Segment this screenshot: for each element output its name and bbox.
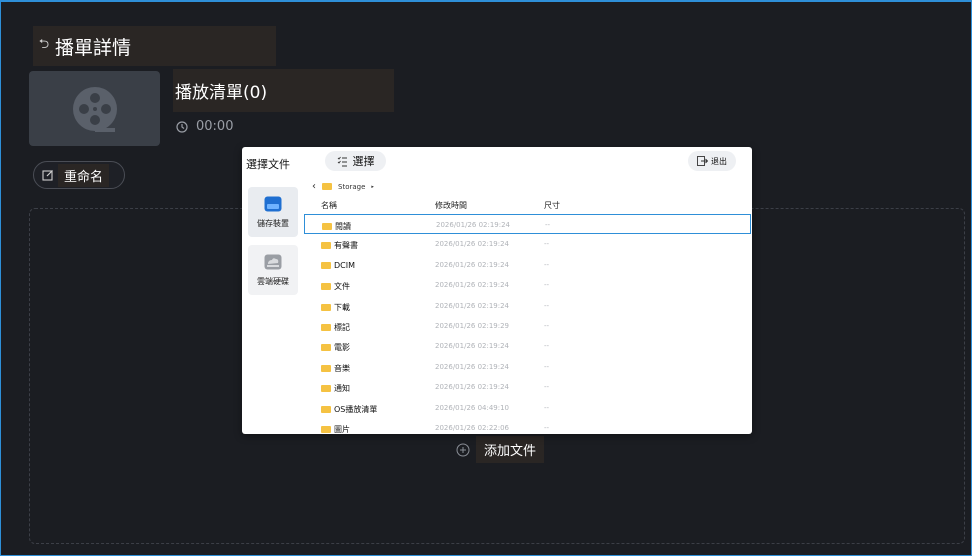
folder-icon — [322, 183, 332, 190]
table-row[interactable]: 下載 2026/01/26 02:19:24 -- — [304, 296, 751, 316]
table-row[interactable]: 電影 2026/01/26 02:19:24 -- — [304, 336, 751, 356]
file-name: 下載 — [334, 302, 350, 312]
file-size: -- — [544, 281, 550, 290]
add-file-label: 添加文件 — [476, 436, 545, 463]
file-time: 2026/01/26 02:19:24 — [435, 362, 510, 371]
duration-text: 00:00 — [196, 119, 234, 134]
sidebar-item-cloud[interactable]: 雲端硬碟 — [248, 245, 298, 295]
playlist-cover — [29, 71, 160, 146]
duration: 00:00 — [176, 119, 233, 134]
caret-right-icon: ▸ — [371, 183, 374, 190]
table-row[interactable]: 有聲書 2026/01/26 02:19:24 -- — [304, 234, 751, 254]
breadcrumb: ‹ Storage ▸ — [312, 181, 374, 192]
storage-sidebar: 儲存裝置 雲端硬碟 — [248, 187, 298, 303]
exit-icon — [697, 156, 708, 166]
table-row[interactable]: 閱讀 2026/01/26 02:19:24 -- — [304, 214, 751, 235]
folder-icon — [321, 364, 331, 372]
folder-icon — [321, 405, 331, 413]
sidebar-item-storage[interactable]: 儲存裝置 — [248, 187, 298, 237]
folder-icon — [321, 303, 331, 311]
folder-icon — [321, 283, 331, 291]
column-header-modified[interactable]: 修改時間 — [435, 200, 467, 211]
dialog-title: 選擇文件 — [246, 158, 290, 171]
file-time: 2026/01/26 02:19:24 — [435, 383, 510, 392]
file-time: 2026/01/26 02:19:24 — [435, 281, 510, 290]
table-row[interactable]: 圖片 2026/01/26 02:22:06 -- — [304, 418, 751, 434]
file-size: -- — [544, 403, 550, 412]
column-header-size[interactable]: 尺寸 — [544, 200, 560, 211]
add-file-button[interactable]: 添加文件 — [456, 436, 545, 463]
file-size: -- — [544, 342, 550, 351]
file-list: 閱讀 2026/01/26 02:19:24 -- 有聲書 2026/01/26… — [304, 214, 751, 434]
column-header-name[interactable]: 名稱 — [321, 200, 337, 211]
storage-icon — [264, 196, 282, 211]
file-name: 有聲書 — [334, 241, 358, 251]
file-name: 通知 — [334, 384, 350, 394]
sidebar-item-label: 雲端硬碟 — [257, 276, 289, 286]
cloud-drive-icon — [264, 254, 282, 269]
folder-icon — [321, 385, 331, 393]
file-time: 2026/01/26 02:19:29 — [435, 321, 510, 330]
folder-icon — [321, 242, 331, 250]
playlist-name: 播放清單(0) — [175, 83, 268, 103]
file-size: -- — [544, 301, 550, 310]
select-label: 選擇 — [352, 155, 375, 168]
file-time: 2026/01/26 04:49:10 — [435, 403, 510, 412]
file-time: 2026/01/26 02:19:24 — [436, 221, 511, 229]
table-row[interactable]: OS播放清單 2026/01/26 04:49:10 -- — [304, 398, 751, 418]
back-icon[interactable]: ⮌ — [33, 35, 55, 57]
table-row[interactable]: 音樂 2026/01/26 02:19:24 -- — [304, 357, 751, 377]
table-row[interactable]: DCIM 2026/01/26 02:19:24 -- — [304, 255, 751, 275]
add-circle-icon — [456, 443, 470, 456]
exit-button[interactable]: 退出 — [688, 151, 736, 171]
folder-icon — [321, 344, 331, 352]
file-time: 2026/01/26 02:19:24 — [435, 301, 510, 310]
file-name: 標記 — [334, 322, 350, 332]
table-row[interactable]: 標記 2026/01/26 02:19:29 -- — [304, 316, 751, 336]
checklist-icon — [337, 156, 347, 166]
file-size: -- — [544, 423, 550, 432]
exit-label: 退出 — [711, 156, 727, 166]
file-name: 電影 — [334, 343, 350, 353]
folder-icon — [321, 425, 331, 433]
file-name: 音樂 — [334, 363, 350, 373]
film-reel-icon — [72, 86, 117, 132]
back-icon[interactable]: ‹ — [312, 181, 316, 192]
file-time: 2026/01/26 02:19:24 — [435, 240, 510, 249]
playlist-name-box: 播放清單(0) — [173, 69, 394, 112]
file-time: 2026/01/26 02:19:24 — [435, 260, 510, 269]
sidebar-item-label: 儲存裝置 — [257, 218, 289, 228]
edit-icon — [42, 170, 53, 181]
file-size: -- — [544, 321, 550, 330]
folder-icon — [321, 261, 331, 269]
table-row[interactable]: 文件 2026/01/26 02:19:24 -- — [304, 275, 751, 295]
file-time: 2026/01/26 02:19:24 — [435, 342, 510, 351]
rename-label: 重命名 — [58, 163, 110, 187]
folder-icon — [321, 323, 331, 331]
clock-icon — [176, 120, 188, 133]
folder-icon — [322, 223, 332, 230]
file-size: -- — [544, 362, 550, 371]
file-size: -- — [544, 260, 550, 269]
file-name: 文件 — [334, 282, 350, 292]
file-size: -- — [544, 240, 550, 249]
file-name: DCIM — [334, 260, 356, 270]
file-name: 圖片 — [334, 424, 350, 434]
header: ⮌ 播單詳情 — [33, 26, 276, 66]
file-picker-dialog: 選擇文件 選擇 退出 儲存裝置 雲端硬碟 ‹ Storage ▸ 名稱 修改時間… — [242, 147, 752, 434]
file-size: -- — [544, 383, 550, 392]
file-time: 2026/01/26 02:22:06 — [435, 423, 510, 432]
table-row[interactable]: 通知 2026/01/26 02:19:24 -- — [304, 377, 751, 397]
file-name: 閱讀 — [335, 222, 351, 231]
file-size: -- — [545, 221, 551, 229]
page-title: 播單詳情 — [55, 36, 132, 59]
select-button[interactable]: 選擇 — [325, 151, 386, 171]
app-window: ⮌ 播單詳情 播放清單(0) 00:00 重命名 添加文件 選擇文件 選擇 退出… — [0, 0, 972, 556]
rename-button[interactable]: 重命名 — [33, 161, 125, 189]
breadcrumb-storage[interactable]: Storage — [338, 183, 365, 191]
file-name: OS播放清單 — [334, 404, 378, 414]
